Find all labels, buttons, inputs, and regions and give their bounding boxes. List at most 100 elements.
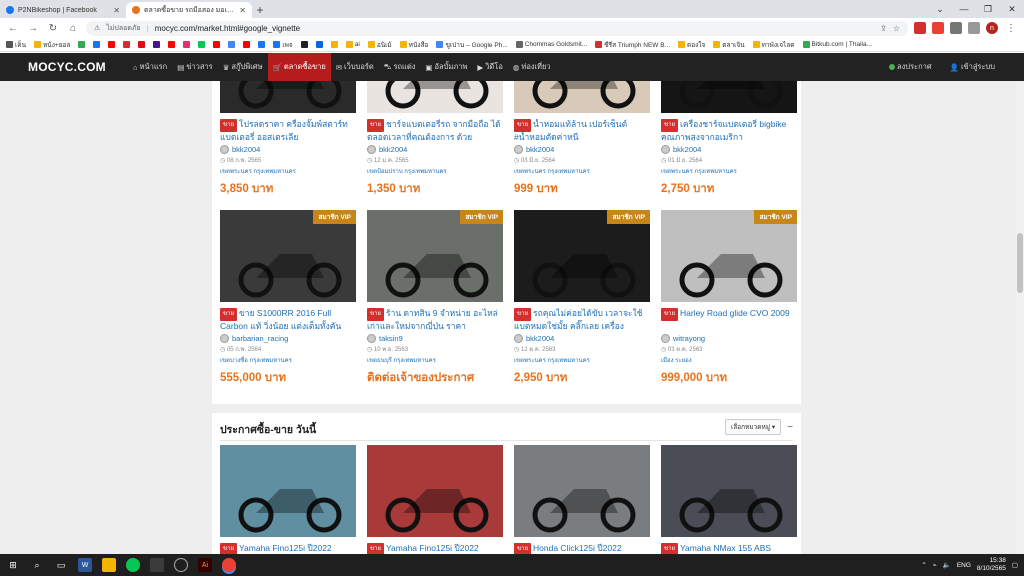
- sidebar-icon[interactable]: [968, 22, 980, 34]
- bookmark-item[interactable]: หน้ง+ยอล: [34, 40, 70, 50]
- listing-image[interactable]: [220, 81, 356, 113]
- close-icon[interactable]: ✕: [113, 6, 120, 15]
- seller-link[interactable]: bkk2004: [514, 145, 650, 154]
- home-icon[interactable]: ⌂: [66, 21, 80, 35]
- share-icon[interactable]: ⇪: [880, 24, 887, 33]
- listing-location[interactable]: เขตพระนคร กรุงเทพมหานคร: [514, 166, 650, 176]
- scrollbar-thumb[interactable]: [1017, 233, 1023, 293]
- bookmark-item[interactable]: [243, 41, 251, 48]
- listing-title[interactable]: ขาย Honda Click125i ปี2022: [514, 543, 650, 554]
- bookmark-item[interactable]: [123, 41, 131, 48]
- star-icon[interactable]: ☆: [893, 24, 900, 33]
- listing-image[interactable]: [514, 445, 650, 537]
- bookmark-item[interactable]: Bitkub.com | Thaila...: [802, 41, 872, 48]
- listing-title[interactable]: ขาย เครื่องชาร์จแบตเตอรี่ bigbike คุณภาพส…: [661, 119, 797, 141]
- address-bar[interactable]: ⚠ ไม่ปลอดภัย | mocyc.com/market.html#goo…: [86, 20, 908, 36]
- scrollbar[interactable]: [1016, 81, 1024, 554]
- minimize-icon[interactable]: —: [952, 0, 976, 18]
- forward-icon[interactable]: →: [26, 21, 40, 35]
- listing-image[interactable]: [367, 81, 503, 113]
- listing-title[interactable]: ขาย Yamaha Fino125i ปี2022: [367, 543, 503, 554]
- nav-item[interactable]: ◍ ท่องเที่ยว: [508, 53, 556, 81]
- listing-image[interactable]: [220, 445, 356, 537]
- back-icon[interactable]: ←: [6, 21, 20, 35]
- seller-link[interactable]: bkk2004: [367, 145, 503, 154]
- listing-card[interactable]: สมาชิก VIP ขาย รถคุณไม่ค่อยได้ขับ เวลาจะใช…: [514, 210, 650, 387]
- listing-title[interactable]: ขาย ร้าน ดาทสิน 9 จำหน่าย อะไหล่เก่าและให…: [367, 308, 503, 330]
- bookmark-item[interactable]: [228, 41, 236, 48]
- volume-icon[interactable]: 🔈: [943, 561, 951, 569]
- site-logo[interactable]: MOCYC.COM: [0, 60, 128, 74]
- login-link[interactable]: 👤 เข้าสู่ระบบ: [945, 53, 1000, 81]
- listing-title[interactable]: ขาย น้ำหอมแท้ล้าน เปอร์เซ็นต์ #น้ำหอมตัดค…: [514, 119, 650, 141]
- listing-location[interactable]: เขตธนบุรี กรุงเทพมหานคร: [367, 355, 503, 365]
- listing-image[interactable]: [514, 81, 650, 113]
- app-icon[interactable]: [174, 558, 188, 572]
- listing-image[interactable]: สมาชิก VIP: [220, 210, 356, 302]
- listing-card[interactable]: ขาย Yamaha Fino125i ปี2022: [367, 445, 503, 554]
- bookmark-item[interactable]: [258, 41, 266, 48]
- bookmark-item[interactable]: ดองใจ: [678, 40, 705, 50]
- seller-link[interactable]: bkk2004: [514, 334, 650, 343]
- listing-card[interactable]: ขาย โปรลดราคา ครื่องจั๊มพ์สตาร์ท แบตเตอรี…: [220, 81, 356, 198]
- collapse-icon[interactable]: −: [787, 422, 793, 433]
- close-window-icon[interactable]: ✕: [1000, 0, 1024, 18]
- chrome-icon[interactable]: [222, 558, 236, 572]
- listing-title[interactable]: ขาย Yamaha NMax 155 ABS: [661, 543, 797, 554]
- profile-avatar[interactable]: n: [986, 22, 998, 34]
- illustrator-icon[interactable]: Ai: [198, 558, 212, 572]
- bookmark-item[interactable]: [300, 41, 308, 48]
- listing-location[interactable]: เมือง ระยอง: [661, 355, 797, 365]
- file-explorer-icon[interactable]: [102, 558, 116, 572]
- nav-item[interactable]: ▶ วิดีโอ: [472, 53, 507, 81]
- bookmark-item[interactable]: ซีรีส Triumph NEW B...: [595, 40, 670, 50]
- category-select[interactable]: เลือกหมวดหมู่ ▾: [725, 419, 782, 435]
- chevron-down-icon[interactable]: ⌄: [928, 0, 952, 18]
- bookmark-item[interactable]: [153, 41, 161, 48]
- close-icon[interactable]: ✕: [239, 6, 246, 15]
- listing-title[interactable]: ขาย โปรลดราคา ครื่องจั๊มพ์สตาร์ท แบตเตอรี…: [220, 119, 356, 141]
- windows-start-icon[interactable]: ⊞: [6, 558, 20, 572]
- bookmark-item[interactable]: [138, 41, 146, 48]
- listing-card[interactable]: ขาย Yamaha Fino125i ปี2022: [220, 445, 356, 554]
- listing-image[interactable]: [661, 445, 797, 537]
- notification-icon[interactable]: ▢: [1012, 561, 1018, 569]
- nav-item[interactable]: ▤ ข่าวสาร: [172, 53, 217, 81]
- listing-card[interactable]: สมาชิก VIP ขาย Harley Road glide CVO 2009 w…: [661, 210, 797, 387]
- listing-card[interactable]: สมาชิก VIP ขาย ร้าน ดาทสิน 9 จำหน่าย อะไหล…: [367, 210, 503, 387]
- bookmark-item[interactable]: ai: [345, 41, 360, 48]
- seller-link[interactable]: bkk2004: [220, 145, 356, 154]
- listing-title[interactable]: ขาย Harley Road glide CVO 2009: [661, 308, 797, 330]
- listing-image[interactable]: สมาชิก VIP: [367, 210, 503, 302]
- bookmark-item[interactable]: [108, 41, 116, 48]
- bookmark-item[interactable]: [168, 41, 176, 48]
- listing-card[interactable]: ขาย Yamaha NMax 155 ABS: [661, 445, 797, 554]
- restore-icon[interactable]: ❐: [976, 0, 1000, 18]
- word-icon[interactable]: W: [78, 558, 92, 572]
- bookmark-item[interactable]: [198, 41, 206, 48]
- browser-tab-2[interactable]: ตลาดซื้อขาย รถมือสอง มอเตอร์ไซค์มือสอง ✕: [126, 2, 252, 18]
- bookmark-item[interactable]: [78, 41, 86, 48]
- extension-icon[interactable]: [914, 22, 926, 34]
- listing-location[interactable]: เขตบางซื่อ กรุงเทพมหานคร: [220, 355, 356, 365]
- bookmark-item[interactable]: [93, 41, 101, 48]
- bookmark-item[interactable]: ทาพังเจไลต: [752, 40, 795, 50]
- seller-link[interactable]: barbarian_racing: [220, 334, 356, 343]
- nav-item[interactable]: ♛ สกู๊ปพิเศษ: [218, 53, 268, 81]
- clock[interactable]: 15:38 8/10/2565: [977, 557, 1006, 573]
- new-tab-button[interactable]: +: [252, 2, 268, 18]
- bookmark-item[interactable]: เค็น: [6, 40, 26, 50]
- bookmark-item[interactable]: อนิเม้: [367, 40, 392, 50]
- menu-icon[interactable]: ⋮: [1004, 21, 1018, 35]
- reload-icon[interactable]: ↻: [46, 21, 60, 35]
- listing-card[interactable]: สมาชิก VIP ขาย ขาย S1000RR 2016 Full Carbo…: [220, 210, 356, 387]
- seller-link[interactable]: taksin9: [367, 334, 503, 343]
- network-icon[interactable]: ⌁: [933, 561, 937, 569]
- bookmark-item[interactable]: หนังสือ: [399, 40, 428, 50]
- nav-item[interactable]: 🛒 ตลาดซื้อขาย: [267, 53, 331, 81]
- bookmark-item[interactable]: ขูเปาน – Google Ph...: [436, 40, 508, 50]
- search-icon[interactable]: ⌕: [30, 558, 44, 572]
- seller-link[interactable]: witrayong: [661, 334, 797, 343]
- language-indicator[interactable]: ENG: [957, 562, 971, 569]
- extension-icon[interactable]: [932, 22, 944, 34]
